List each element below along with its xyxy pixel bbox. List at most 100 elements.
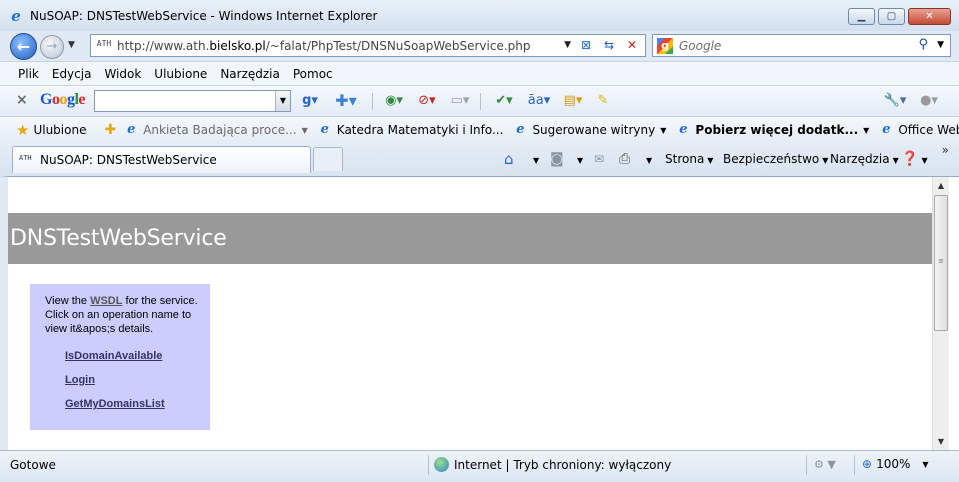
window-title: NuSOAP: DNSTestWebService - Windows Inte… xyxy=(30,8,378,23)
menu-help[interactable]: Pomoc xyxy=(293,67,333,81)
search-options-dropdown-icon[interactable]: ▼ xyxy=(937,40,944,50)
favorites-star-icon[interactable]: ★ xyxy=(16,121,29,139)
google-logo[interactable]: Google xyxy=(40,91,85,109)
google-toolbar: × Google ▼ g▾ ✚▾ ◉▾ ⊘▾ ▭▾ ✔▾ āa▾ ▤▾ ✎ 🔧▾… xyxy=(0,85,959,116)
globe-icon xyxy=(434,457,449,472)
status-text: Gotowe xyxy=(10,458,56,472)
window-controls: ▁ ▢ ✕ xyxy=(848,8,951,25)
site-favicon: ATH xyxy=(19,154,32,162)
address-dropdown-icon[interactable]: ▼ xyxy=(564,40,571,50)
status-separator xyxy=(428,455,429,475)
security-zone[interactable]: Internet | Tryb chroniony: wyłączony xyxy=(434,457,671,472)
popup-blocker-icon[interactable]: ⊘▾ xyxy=(412,92,442,110)
status-bar: Gotowe Internet | Tryb chroniony: wyłącz… xyxy=(0,450,959,482)
close-toolbar-icon[interactable]: × xyxy=(16,92,28,108)
menu-tools[interactable]: Narzędzia xyxy=(220,67,280,81)
page-content: DNSTestWebService View the WSDL for the … xyxy=(8,177,932,450)
new-tab-button[interactable] xyxy=(313,147,343,171)
print-icon[interactable]: ⎙ xyxy=(619,150,630,168)
wrench-icon[interactable]: 🔧▾ xyxy=(880,92,910,110)
translate-icon[interactable]: āa▾ xyxy=(524,92,554,110)
site-favicon: ATH xyxy=(96,38,112,48)
chevron-down-icon[interactable]: ▼ xyxy=(643,150,652,168)
operation-link-getmydomainslist[interactable]: GetMyDomainsList xyxy=(65,397,210,411)
more-commands-icon[interactable]: » xyxy=(942,143,949,157)
favorite-link[interactable]: e Katedra Matematyki i Info... xyxy=(318,123,504,138)
safety-menu-button[interactable]: Bezpieczeństwo ▼ xyxy=(723,150,828,168)
chevron-down-icon[interactable]: ▼ xyxy=(574,150,583,168)
menu-view[interactable]: Widok xyxy=(104,67,141,81)
menu-file[interactable]: Plik xyxy=(18,67,39,81)
search-placeholder[interactable]: Google xyxy=(679,39,721,53)
toolbar-separator xyxy=(480,93,481,110)
menu-edit[interactable]: Edycja xyxy=(52,67,92,81)
favorite-link[interactable]: e Sugerowane witryny ▼ xyxy=(513,122,666,138)
help-icon[interactable]: ❓ ▼ xyxy=(901,150,928,168)
favorites-bar: ★ Ulubione ✚ e Ankieta Badająca proce... ▼… xyxy=(0,116,959,143)
minimize-button[interactable]: ▁ xyxy=(848,8,875,25)
menu-favorites[interactable]: Ulubione xyxy=(154,67,207,81)
tab-label: NuSOAP: DNSTestWebService xyxy=(40,153,217,167)
chevron-down-icon[interactable]: ▼ xyxy=(302,126,308,135)
scroll-up-icon[interactable]: ▲ xyxy=(933,177,949,194)
address-bar[interactable]: ATH http://www.ath.bielsko.pl/~falat/Php… xyxy=(90,34,646,57)
autofill-icon[interactable]: ▤▾ xyxy=(558,92,588,110)
navigation-row: ← → ▼ ATH http://www.ath.bielsko.pl/~fal… xyxy=(0,31,959,61)
zoom-icon: ⊕ xyxy=(862,457,873,471)
vertical-scrollbar[interactable]: ▲ ≡ ▼ xyxy=(932,177,949,450)
sign-in-icon[interactable]: ●▾ xyxy=(914,92,944,110)
tab-active[interactable]: ATH NuSOAP: DNSTestWebService xyxy=(12,146,311,173)
maximize-button[interactable]: ▢ xyxy=(878,8,905,25)
popup-status-icon[interactable]: ⚙ ▼ xyxy=(814,458,836,471)
back-button[interactable]: ← xyxy=(10,33,37,60)
scrollbar-thumb[interactable]: ≡ xyxy=(934,195,948,331)
operations-panel: View the WSDL for the service. Click on … xyxy=(30,284,210,430)
highlighter-icon[interactable]: ✎ xyxy=(594,92,612,110)
operation-link-login[interactable]: Login xyxy=(65,373,210,387)
status-separator xyxy=(854,455,855,475)
address-url[interactable]: http://www.ath.bielsko.pl/~falat/PhpTest… xyxy=(117,39,531,53)
wsdl-link[interactable]: WSDL xyxy=(90,295,122,307)
stop-icon[interactable]: ✕ xyxy=(621,36,643,55)
favorite-link[interactable]: e Ankieta Badająca proce... ▼ xyxy=(124,123,308,138)
favorites-button[interactable]: Ulubione xyxy=(33,123,86,137)
compatibility-view-icon[interactable]: ⊠ xyxy=(575,36,597,55)
menu-bar: Plik Edycja Widok Ulubione Narzędzia Pom… xyxy=(0,61,959,85)
chevron-down-icon[interactable]: ▼ xyxy=(530,150,539,168)
pagerank-icon[interactable]: ◉▾ xyxy=(378,92,410,110)
share-icon[interactable]: ▭▾ xyxy=(446,92,474,110)
google-toolbar-search-input[interactable]: ▼ xyxy=(94,90,291,112)
search-icon[interactable]: ⚲ xyxy=(918,37,928,52)
search-box[interactable]: g Google ⚲ ▼ xyxy=(652,34,951,57)
grip-icon: ≡ xyxy=(938,257,944,265)
feeds-icon[interactable]: ◙ xyxy=(550,150,564,168)
operation-link-isdomainavailable[interactable]: IsDomainAvailable xyxy=(65,349,210,363)
tools-menu-button[interactable]: Narzędzia ▼ xyxy=(830,150,899,168)
google-search-provider-icon: g xyxy=(657,37,673,54)
scroll-down-icon[interactable]: ▼ xyxy=(933,433,949,450)
google-search-button-icon[interactable]: g▾ xyxy=(298,92,322,110)
page-viewport: DNSTestWebService View the WSDL for the … xyxy=(0,176,959,450)
chevron-down-icon[interactable]: ▼ xyxy=(922,460,928,469)
chevron-down-icon[interactable]: ▼ xyxy=(660,126,666,135)
home-icon[interactable]: ⌂ xyxy=(504,150,514,168)
spellcheck-icon[interactable]: ✔▾ xyxy=(488,92,520,110)
refresh-icon[interactable]: ⇆ xyxy=(598,36,620,55)
add-to-favorites-bar-icon[interactable]: ✚ xyxy=(104,122,116,138)
page-icon: e xyxy=(882,122,891,137)
favorite-link[interactable]: eOffice Web Apps xyxy=(879,122,959,138)
close-button[interactable]: ✕ xyxy=(908,8,951,25)
internet-explorer-icon: e xyxy=(11,6,21,25)
google-search-history-dropdown-icon[interactable]: ▼ xyxy=(275,91,290,111)
favorite-link[interactable]: e Pobierz więcej dodatk... ▼ xyxy=(676,123,869,138)
page-icon: e xyxy=(516,122,525,137)
page-menu-button[interactable]: Strona ▼ xyxy=(665,150,713,168)
recent-pages-dropdown-icon[interactable]: ▼ xyxy=(68,40,75,50)
read-mail-icon[interactable]: ✉ xyxy=(594,150,604,168)
forward-button[interactable]: → xyxy=(40,35,64,59)
add-button-icon[interactable]: ✚▾ xyxy=(326,92,366,110)
operations-list: IsDomainAvailable Login GetMyDomainsList xyxy=(65,349,210,411)
page-title: DNSTestWebService xyxy=(8,213,932,264)
chevron-down-icon[interactable]: ▼ xyxy=(863,126,869,135)
zoom-level-button[interactable]: ⊕ 100% ▼ xyxy=(862,457,929,471)
